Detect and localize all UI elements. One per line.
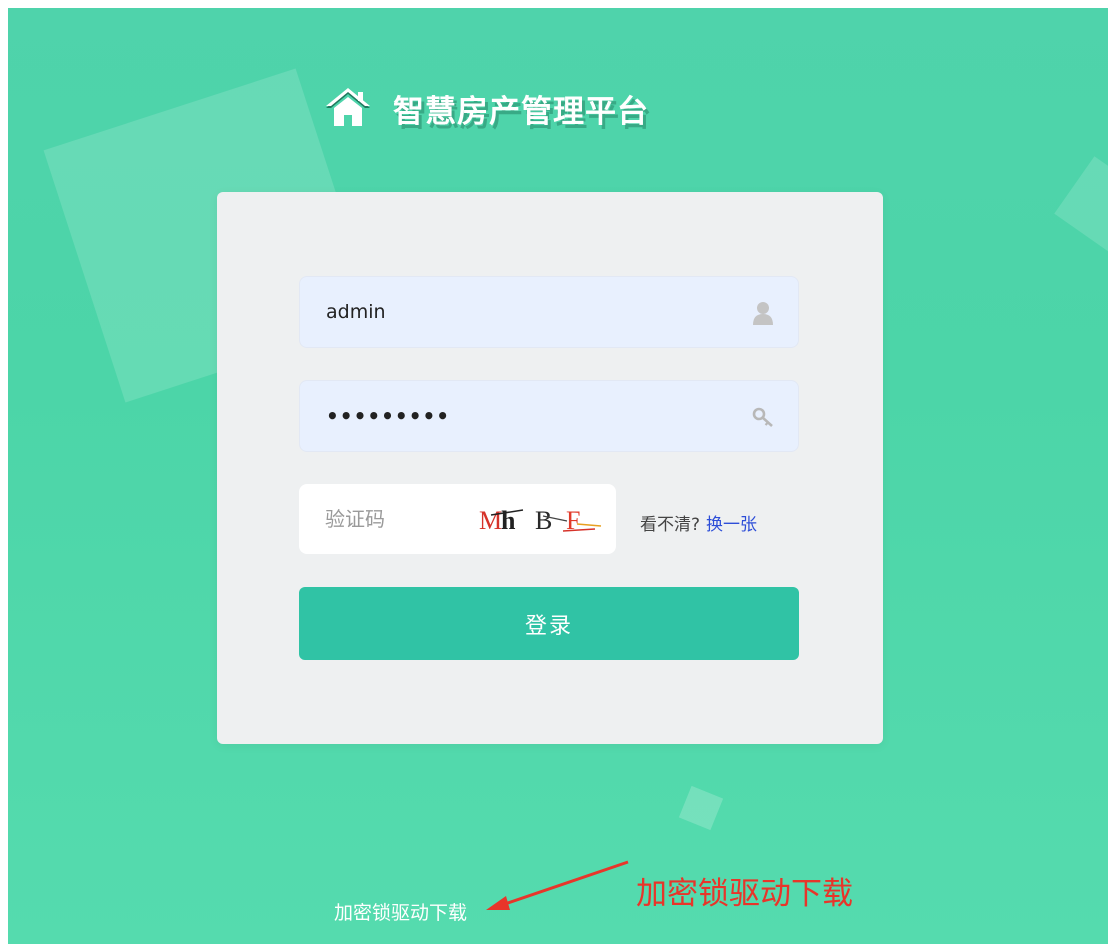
captcha-input[interactable]: 验证码 M h B F	[299, 484, 616, 554]
driver-download-link[interactable]: 加密锁驱动下载	[334, 898, 467, 925]
password-value[interactable]: •••••••••	[326, 381, 450, 451]
captcha-image[interactable]: M h B F	[477, 500, 603, 540]
username-field[interactable]: admin	[299, 276, 799, 348]
page-header: 智慧房产管理平台	[325, 78, 649, 138]
username-value[interactable]: admin	[326, 277, 386, 347]
captcha-hint: 看不清? 换一张	[640, 510, 757, 535]
decorative-square	[678, 785, 724, 831]
captcha-hint-text: 看不清?	[640, 515, 701, 535]
login-card: admin ••••••••• 验证码 M h B F 看不清? 换一张 登录	[217, 192, 883, 744]
svg-text:M: M	[479, 506, 502, 535]
page-title: 智慧房产管理平台	[393, 93, 649, 130]
svg-text:B: B	[535, 506, 552, 535]
home-icon	[326, 88, 370, 126]
captcha-placeholder: 验证码	[325, 507, 385, 531]
login-button[interactable]: 登录	[299, 587, 799, 660]
user-icon	[753, 302, 773, 325]
key-icon	[752, 407, 773, 427]
captcha-refresh-link[interactable]: 换一张	[706, 515, 757, 535]
svg-text:h: h	[501, 506, 516, 535]
annotation-arrow	[486, 860, 629, 910]
annotation-text: 加密锁驱动下载	[636, 876, 853, 912]
decorative-square	[1054, 156, 1108, 254]
password-field[interactable]: •••••••••	[299, 380, 799, 452]
